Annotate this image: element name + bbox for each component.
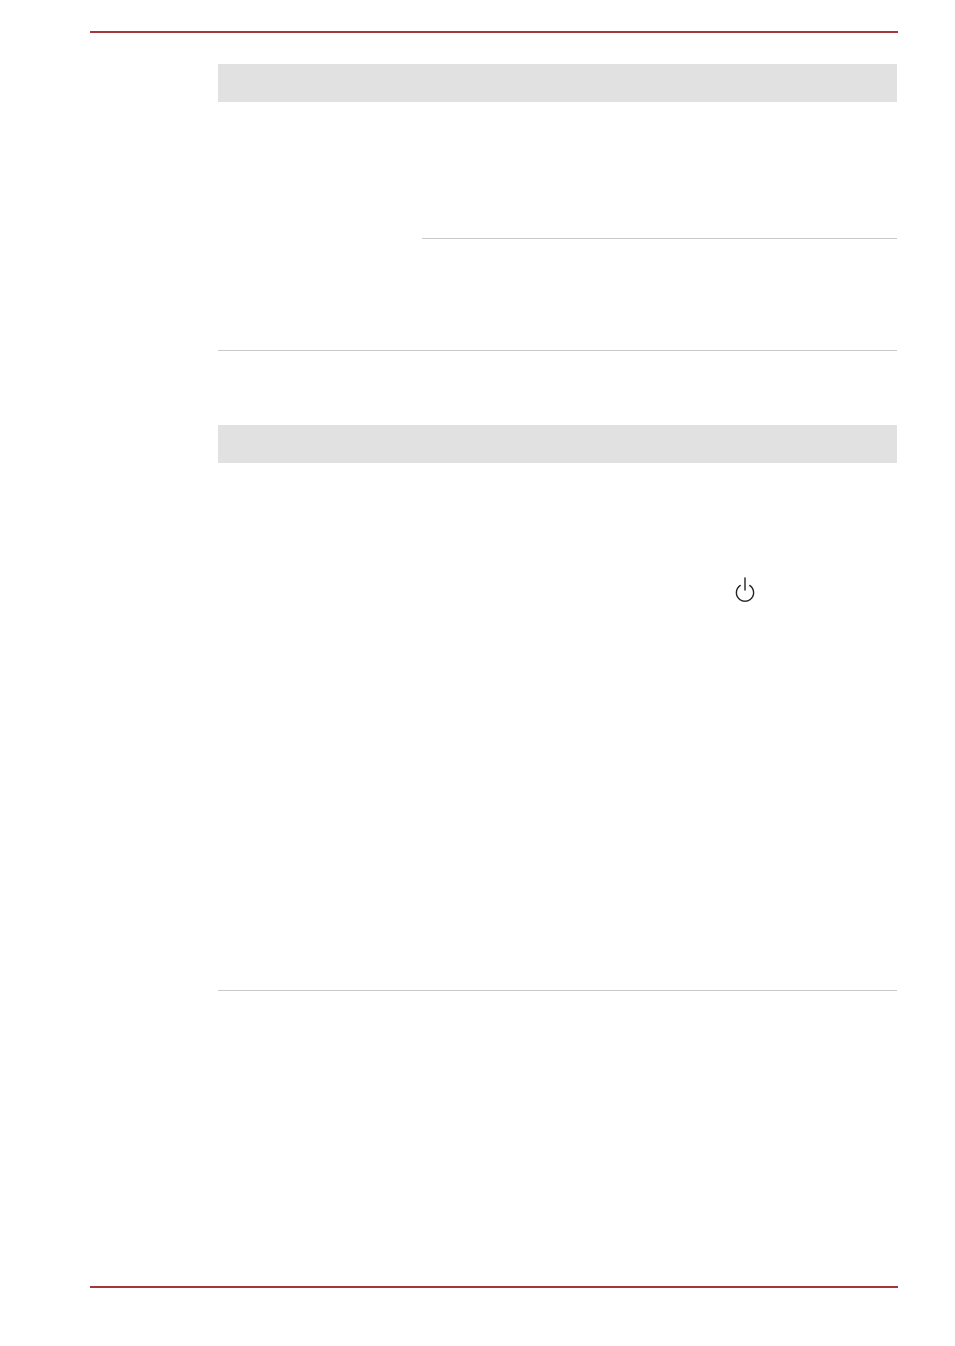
table-1-bottom-rule <box>218 350 897 351</box>
table-2-bottom-rule <box>218 990 897 991</box>
top-rule <box>90 31 898 33</box>
power-icon <box>733 576 757 604</box>
bottom-rule <box>90 1286 898 1288</box>
table-header-1 <box>218 64 897 102</box>
table-header-2 <box>218 425 897 463</box>
row-divider-inner <box>422 238 897 239</box>
